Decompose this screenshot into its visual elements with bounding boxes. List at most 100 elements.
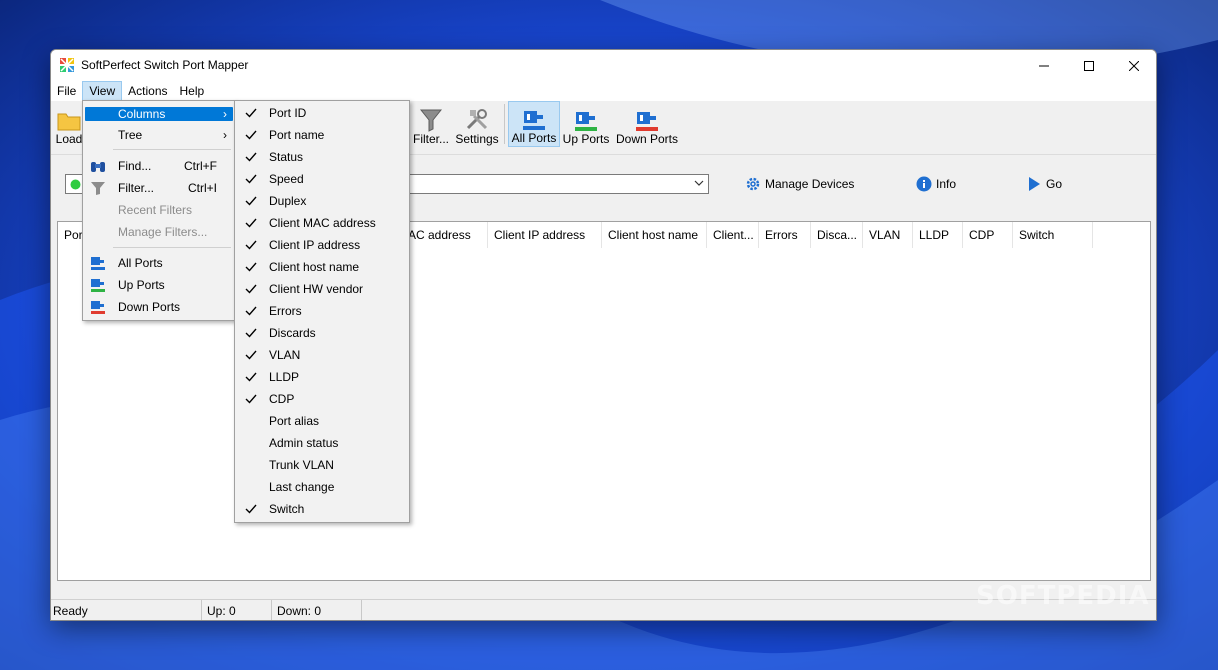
column-header[interactable]: Client host name bbox=[602, 222, 707, 248]
up-ports-label: Up Ports bbox=[562, 132, 610, 146]
column-header[interactable]: Switch bbox=[1013, 222, 1093, 248]
all-ports-button[interactable]: All Ports bbox=[508, 101, 560, 147]
column-header[interactable]: Client... bbox=[707, 222, 759, 248]
checkmark-icon bbox=[245, 306, 257, 316]
all-ports-label: All Ports bbox=[511, 131, 557, 145]
menu-item-all-ports[interactable]: All Ports bbox=[85, 252, 233, 274]
play-icon bbox=[1029, 177, 1040, 191]
column-toggle-label: Speed bbox=[269, 172, 304, 186]
down-ports-icon bbox=[636, 112, 658, 131]
column-toggle-label: Admin status bbox=[269, 436, 339, 450]
menu-item-columns[interactable]: Columns › bbox=[85, 107, 233, 121]
filter-icon bbox=[91, 182, 105, 195]
column-header[interactable]: AC address bbox=[406, 222, 488, 248]
menu-bar: File View Actions Help bbox=[51, 81, 1156, 101]
column-toggle-item[interactable]: Speed bbox=[237, 168, 407, 190]
checkmark-icon bbox=[245, 284, 257, 294]
column-toggle-item[interactable]: Status bbox=[237, 146, 407, 168]
close-button[interactable] bbox=[1111, 50, 1156, 81]
checkmark-icon bbox=[245, 394, 257, 404]
filter-icon bbox=[420, 109, 442, 132]
column-toggle-label: LLDP bbox=[269, 370, 300, 384]
column-header[interactable]: Errors bbox=[759, 222, 811, 248]
menu-item-label: Columns bbox=[118, 107, 166, 121]
load-label: Load bbox=[55, 132, 83, 146]
status-online-icon bbox=[70, 179, 81, 190]
column-toggle-label: VLAN bbox=[269, 348, 301, 362]
menu-separator bbox=[113, 247, 231, 248]
all-ports-icon bbox=[523, 111, 545, 130]
column-toggle-label: Client IP address bbox=[269, 238, 361, 252]
column-header[interactable]: CDP bbox=[963, 222, 1013, 248]
filter-button[interactable]: Filter... bbox=[411, 101, 451, 147]
manage-devices-button[interactable]: Manage Devices bbox=[745, 174, 854, 194]
menu-view[interactable]: View bbox=[82, 81, 123, 101]
checkmark-icon bbox=[245, 372, 257, 382]
watermark: SOFTPEDIA bbox=[976, 581, 1150, 611]
checkmark-icon bbox=[245, 262, 257, 272]
column-toggle-item[interactable]: Client host name bbox=[237, 256, 407, 278]
binoculars-icon bbox=[91, 162, 105, 172]
load-button[interactable]: Load bbox=[54, 101, 84, 147]
column-toggle-item[interactable]: LLDP bbox=[237, 366, 407, 388]
menu-item-tree[interactable]: Tree › bbox=[85, 124, 233, 146]
menu-help[interactable]: Help bbox=[174, 81, 211, 101]
up-ports-button[interactable]: Up Ports bbox=[561, 101, 611, 147]
checkmark-icon bbox=[245, 196, 257, 206]
column-toggle-item[interactable]: Client IP address bbox=[237, 234, 407, 256]
column-toggle-item[interactable]: Port alias bbox=[237, 410, 407, 432]
menu-item-recent-filters: Recent Filters bbox=[85, 199, 233, 221]
app-logo-icon bbox=[60, 58, 74, 72]
down-count: Down: 0 bbox=[272, 600, 362, 620]
shortcut-label: Ctrl+I bbox=[187, 181, 217, 195]
close-icon bbox=[1129, 60, 1139, 71]
menu-item-filter[interactable]: Filter... Ctrl+I bbox=[85, 177, 233, 199]
minimize-button[interactable] bbox=[1021, 50, 1067, 81]
column-toggle-item[interactable]: Switch bbox=[237, 498, 407, 520]
column-header[interactable]: Disca... bbox=[811, 222, 863, 248]
column-toggle-label: Client MAC address bbox=[269, 216, 376, 230]
menu-item-down-ports[interactable]: Down Ports bbox=[85, 296, 233, 318]
column-header[interactable]: Client IP address bbox=[488, 222, 602, 248]
column-toggle-item[interactable]: VLAN bbox=[237, 344, 407, 366]
column-toggle-item[interactable]: CDP bbox=[237, 388, 407, 410]
checkmark-icon bbox=[245, 130, 257, 140]
menu-item-find[interactable]: Find... Ctrl+F bbox=[85, 155, 233, 177]
column-toggle-item[interactable]: Client HW vendor bbox=[237, 278, 407, 300]
menu-item-label: Tree bbox=[118, 128, 143, 142]
column-header[interactable]: VLAN bbox=[863, 222, 913, 248]
column-header[interactable]: LLDP bbox=[913, 222, 963, 248]
up-ports-icon bbox=[575, 112, 597, 131]
column-toggle-item[interactable]: Errors bbox=[237, 300, 407, 322]
checkmark-icon bbox=[245, 504, 257, 514]
checkmark-icon bbox=[245, 218, 257, 228]
checkmark-icon bbox=[245, 174, 257, 184]
maximize-button[interactable] bbox=[1066, 50, 1112, 81]
info-button[interactable]: Info bbox=[916, 174, 956, 194]
column-toggle-item[interactable]: Discards bbox=[237, 322, 407, 344]
down-ports-button[interactable]: Down Ports bbox=[614, 101, 680, 147]
menu-item-label: Manage Filters... bbox=[118, 225, 208, 239]
column-toggle-item[interactable]: Client MAC address bbox=[237, 212, 407, 234]
checkmark-icon bbox=[245, 328, 257, 338]
status-text: Ready bbox=[51, 600, 202, 620]
gear-icon bbox=[746, 177, 760, 191]
column-toggle-label: CDP bbox=[269, 392, 295, 406]
column-toggle-item[interactable]: Last change bbox=[237, 476, 407, 498]
column-toggle-item[interactable]: Port name bbox=[237, 124, 407, 146]
menu-actions[interactable]: Actions bbox=[122, 81, 173, 101]
chevron-down-icon bbox=[694, 180, 704, 186]
go-button[interactable]: Go bbox=[1026, 174, 1062, 194]
checkmark-icon bbox=[245, 108, 257, 118]
menu-item-label: Down Ports bbox=[118, 300, 181, 314]
settings-button[interactable]: Settings bbox=[453, 101, 501, 147]
menu-file[interactable]: File bbox=[51, 81, 82, 101]
column-toggle-item[interactable]: Port ID bbox=[237, 102, 407, 124]
column-toggle-label: Errors bbox=[269, 304, 302, 318]
column-toggle-item[interactable]: Duplex bbox=[237, 190, 407, 212]
column-toggle-item[interactable]: Trunk VLAN bbox=[237, 454, 407, 476]
menu-item-up-ports[interactable]: Up Ports bbox=[85, 274, 233, 296]
column-toggle-item[interactable]: Admin status bbox=[237, 432, 407, 454]
view-menu-dropdown: Columns › Tree › Find... Ctrl+F Filter..… bbox=[82, 100, 236, 321]
checkmark-icon bbox=[245, 240, 257, 250]
